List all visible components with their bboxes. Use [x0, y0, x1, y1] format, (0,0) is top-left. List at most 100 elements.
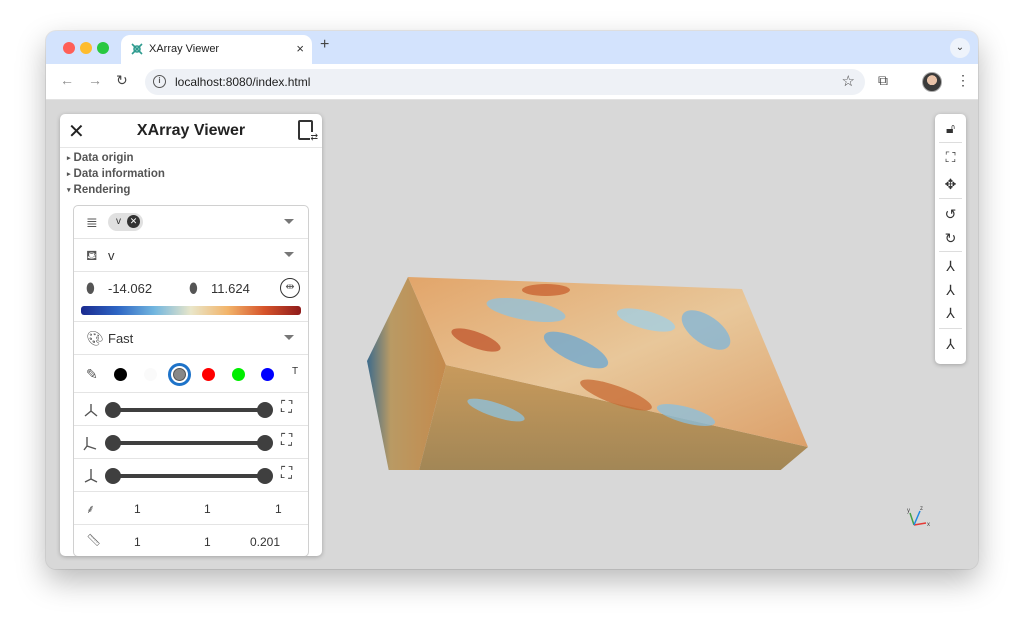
array-chip[interactable]: v ✕ [108, 213, 143, 231]
view-y-axis-icon[interactable]: ⅄ [935, 282, 966, 299]
chevron-down-icon[interactable] [284, 219, 294, 224]
step-row: ⸙ 1 1 1 [74, 492, 308, 525]
spacing-x-input[interactable]: 1 [134, 535, 141, 549]
section-data-information[interactable]: ▸ Data information [67, 168, 165, 180]
x-axis-icon [84, 404, 98, 417]
toolbar-divider [939, 142, 962, 143]
section-rendering[interactable]: ▾ Rendering [67, 184, 130, 196]
svg-text:x: x [927, 522, 930, 528]
step-x-input[interactable]: 1 [134, 502, 141, 516]
view-toolbar: 🔓︎ ⛶ ✥ ↺ ↻ ⅄ ⅄ ⅄ ⅄ [935, 114, 966, 364]
tab-xarray-viewer[interactable]: XArray Viewer × [121, 35, 312, 64]
stairs-icon: ⸙ [86, 502, 96, 516]
crop-icon[interactable]: ⛶ [281, 432, 292, 450]
color-swatches-row: ✎ T [74, 355, 308, 393]
opacity-toggle[interactable]: T [292, 366, 298, 377]
step-y-input[interactable]: 1 [204, 502, 211, 516]
rotate-left-icon[interactable]: ↺ [935, 206, 966, 223]
slider-max-handle[interactable] [257, 468, 273, 484]
reset-camera-icon[interactable]: ⅄ [935, 336, 966, 353]
render-viewport[interactable] [346, 180, 826, 470]
bookmark-star-icon[interactable]: ☆ [842, 72, 855, 90]
range-min-input[interactable]: -14.062 [108, 281, 152, 296]
ruler-icon: 📏︎ [86, 533, 102, 547]
colorbar [81, 306, 301, 315]
reload-icon[interactable]: ↻ [116, 72, 128, 89]
spacing-y-input[interactable]: 1 [204, 535, 211, 549]
swatch-white[interactable] [144, 368, 157, 381]
slice-range-x: ⛶ [74, 393, 308, 426]
rotate-right-icon[interactable]: ↻ [935, 230, 966, 247]
new-tab-button[interactable]: + [320, 36, 329, 54]
color-by-select[interactable]: ⛾ v [74, 239, 308, 272]
rotate-3d-icon[interactable]: ✥ [935, 176, 966, 193]
caret-right-icon: ▸ [67, 171, 71, 178]
address-bar[interactable]: i localhost:8080/index.html ☆ [145, 69, 865, 95]
browser-menu-icon[interactable]: ⋮ [956, 72, 970, 89]
view-x-axis-icon[interactable]: ⅄ [935, 258, 966, 275]
view-z-axis-icon[interactable]: ⅄ [935, 305, 966, 322]
swatch-green[interactable] [232, 368, 245, 381]
svg-text:z: z [920, 506, 923, 512]
color-by-value: v [108, 248, 115, 263]
section-data-origin[interactable]: ▸ Data origin [67, 152, 134, 164]
chip-remove-icon[interactable]: ✕ [127, 215, 140, 228]
minimize-window-button[interactable] [80, 42, 92, 54]
toolbar-divider [939, 198, 962, 199]
maximize-window-button[interactable] [97, 42, 109, 54]
profile-avatar[interactable] [922, 72, 942, 92]
close-window-button[interactable] [63, 42, 75, 54]
caret-right-icon: ▸ [67, 155, 71, 162]
slider-track[interactable] [112, 474, 266, 478]
slider-min-handle[interactable] [105, 468, 121, 484]
swatch-blue[interactable] [261, 368, 274, 381]
array-select[interactable]: ≣ v ✕ [74, 206, 308, 239]
database-icon: ≣ [86, 214, 98, 230]
toolbar-divider [939, 328, 962, 329]
tab-search-button[interactable]: ⌄ [950, 38, 970, 58]
slider-track[interactable] [112, 408, 266, 412]
control-panel: ✕ XArray Viewer ▸Data origin ▸Data infor… [60, 114, 322, 556]
orientation-axes-icon: x y z [907, 506, 930, 528]
toolbar-divider [939, 251, 962, 252]
slider-min-handle[interactable] [105, 435, 121, 451]
preset-select[interactable]: 🎨︎ Fast [74, 322, 308, 355]
file-swap-icon[interactable] [298, 120, 318, 143]
back-arrow-icon[interactable]: ← [60, 72, 74, 88]
step-z-input[interactable]: 1 [275, 502, 282, 516]
rendering-settings: ≣ v ✕ ⛾ v ⬮ -14.062 ⬮ 11.624 ⇹ 🎨︎ Fast ✎… [73, 205, 309, 556]
forward-arrow-icon[interactable]: → [88, 72, 102, 88]
spacing-z-input[interactable]: 0.201 [250, 535, 280, 549]
tab-bar: XArray Viewer × + ⌄ [46, 31, 978, 64]
range-max-input[interactable]: 11.624 [211, 281, 250, 296]
tab-title: XArray Viewer [149, 43, 220, 55]
site-info-icon[interactable]: i [153, 75, 166, 88]
tab-close-button[interactable]: × [296, 41, 304, 56]
slider-track[interactable] [112, 441, 266, 445]
eyedropper-icon[interactable]: ✎ [86, 366, 98, 383]
app-content: x y z 🔓︎ ⛶ ✥ ↺ ↻ ⅄ ⅄ ⅄ ⅄ ✕ XArray Viewer [46, 100, 978, 569]
spacing-row: 📏︎ 1 1 0.201 [74, 525, 308, 556]
swatch-red[interactable] [202, 368, 215, 381]
range-max-icon: ⬮ [189, 280, 198, 296]
slider-min-handle[interactable] [105, 402, 121, 418]
chevron-down-icon[interactable] [284, 252, 294, 257]
crop-icon[interactable]: ⛶ [281, 399, 292, 417]
extensions-icon[interactable]: ⧉ [878, 72, 888, 89]
reset-range-icon[interactable]: ⇹ [280, 278, 300, 298]
paint-bucket-icon: ⛾ [86, 247, 98, 263]
swatch-gray[interactable] [173, 368, 186, 381]
swatch-black[interactable] [114, 368, 127, 381]
lock-interaction-icon[interactable]: 🔓︎ [935, 120, 966, 137]
preset-value: Fast [108, 331, 134, 346]
panel-header: ✕ XArray Viewer [60, 114, 322, 148]
fullscreen-icon[interactable]: ⛶ [935, 149, 966, 166]
slider-max-handle[interactable] [257, 435, 273, 451]
svg-text:y: y [907, 508, 910, 514]
slice-range-z: ⛶ [74, 459, 308, 492]
crop-icon[interactable]: ⛶ [281, 465, 292, 483]
chevron-down-icon[interactable] [284, 335, 294, 340]
array-chip-label: v [116, 216, 121, 227]
url-text[interactable]: localhost:8080/index.html [175, 75, 310, 89]
slider-max-handle[interactable] [257, 402, 273, 418]
